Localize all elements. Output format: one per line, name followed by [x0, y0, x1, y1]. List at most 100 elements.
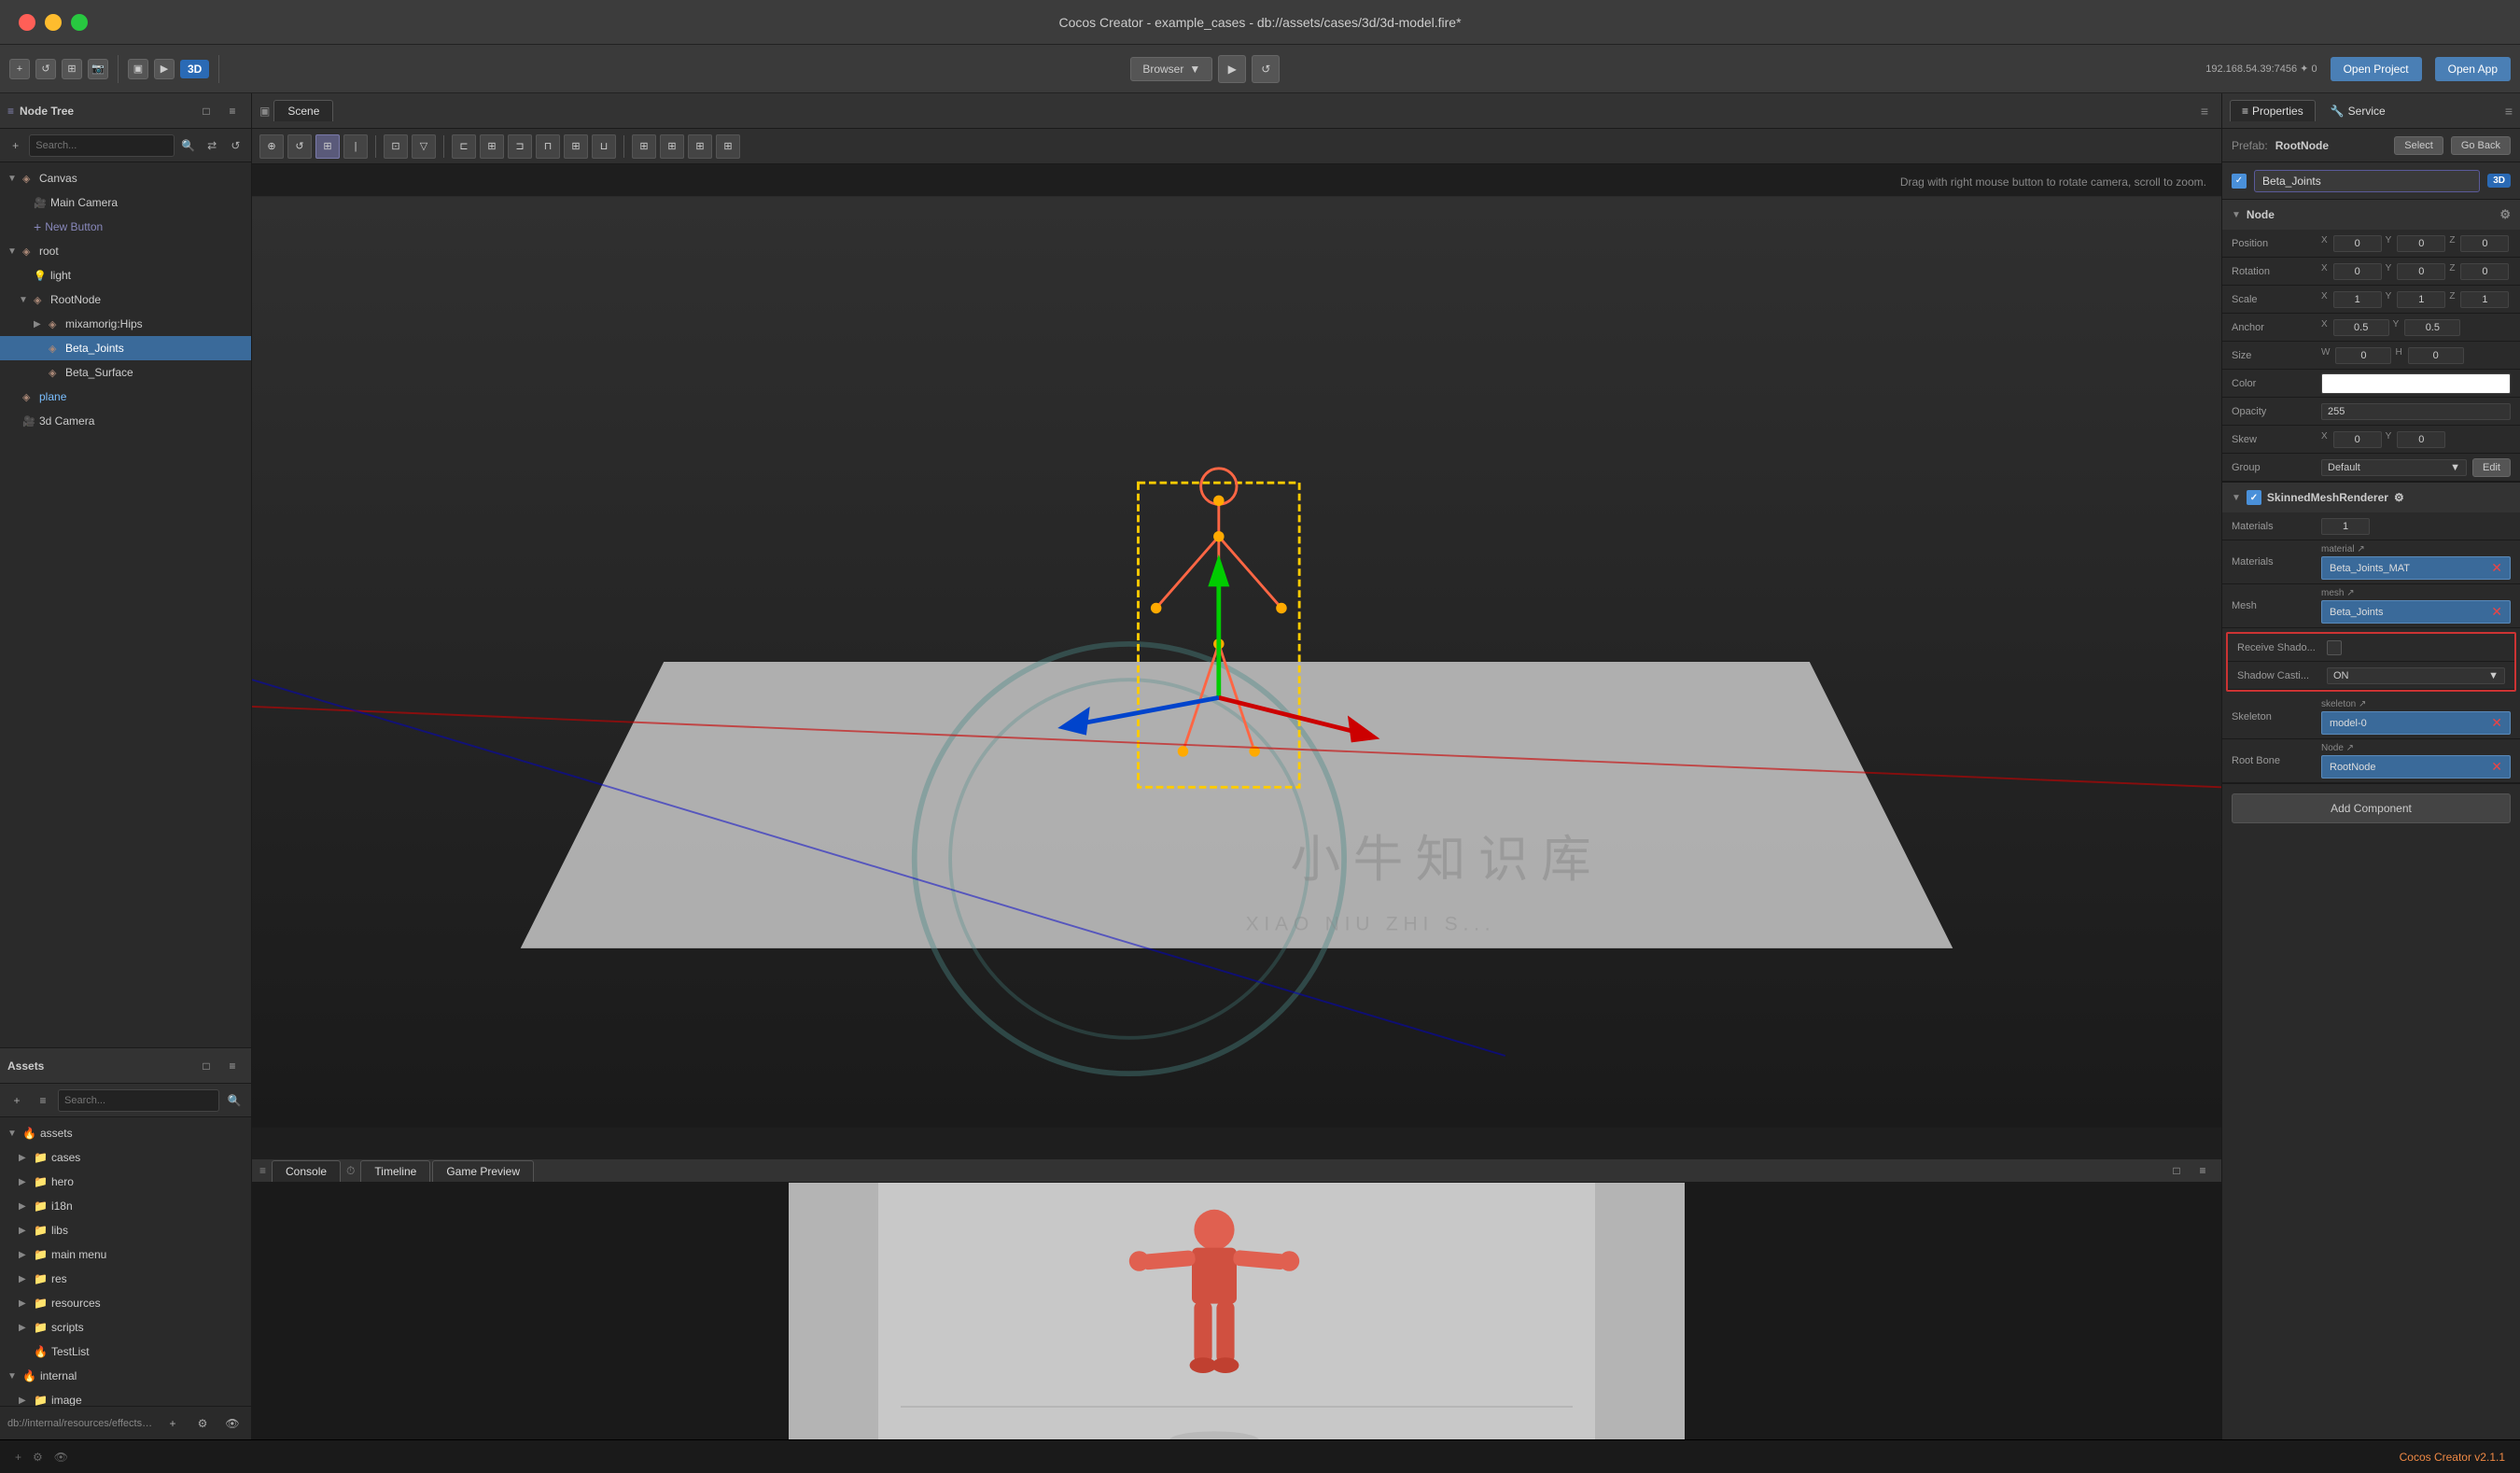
- transform-rotate[interactable]: ↺: [287, 134, 312, 159]
- asset-item-scripts[interactable]: ▶ 📁 scripts: [0, 1315, 251, 1340]
- materials-ref-field[interactable]: Beta_Joints_MAT ✕: [2321, 556, 2511, 580]
- materials-count-input[interactable]: 1: [2321, 518, 2370, 535]
- node-tree-search[interactable]: [29, 134, 175, 157]
- assets-search-button[interactable]: 🔍: [223, 1089, 245, 1112]
- mesh-remove-button[interactable]: ✕: [2491, 604, 2502, 620]
- scene-icon[interactable]: ▣: [128, 59, 148, 79]
- position-x[interactable]: 0: [2333, 235, 2382, 252]
- transform-rect[interactable]: |: [343, 134, 368, 159]
- assets-menu[interactable]: ≡: [221, 1055, 244, 1077]
- mesh-ref-field[interactable]: Beta_Joints ✕: [2321, 600, 2511, 624]
- align-right[interactable]: ⊐: [508, 134, 532, 159]
- position-y[interactable]: 0: [2397, 235, 2445, 252]
- align-top[interactable]: ⊓: [536, 134, 560, 159]
- status-icon-2[interactable]: ⚙: [33, 1451, 43, 1464]
- scene-tab[interactable]: Scene: [273, 100, 333, 121]
- scale-x[interactable]: 1: [2333, 291, 2382, 308]
- add-node-button[interactable]: +: [6, 134, 25, 157]
- add-icon[interactable]: +: [9, 59, 30, 79]
- minimize-button[interactable]: [45, 14, 62, 31]
- tree-item-light[interactable]: 💡 light: [0, 263, 251, 288]
- browser-dropdown[interactable]: Browser ▼: [1130, 57, 1212, 81]
- node-section-header[interactable]: ▼ Node ⚙: [2222, 200, 2520, 230]
- service-tab[interactable]: 🔧 Service: [2319, 101, 2397, 121]
- match-width[interactable]: ⊞: [688, 134, 712, 159]
- tree-item-beta-surface[interactable]: ◈ Beta_Surface: [0, 360, 251, 385]
- asset-item-libs[interactable]: ▶ 📁 libs: [0, 1218, 251, 1242]
- smr-checkbox[interactable]: ✓: [2247, 490, 2261, 505]
- scale-z[interactable]: 1: [2460, 291, 2509, 308]
- properties-menu-button[interactable]: ≡: [2505, 104, 2513, 119]
- scale-y[interactable]: 1: [2397, 291, 2445, 308]
- size-w[interactable]: 0: [2335, 347, 2391, 364]
- distribute-h[interactable]: ⊞: [632, 134, 656, 159]
- camera-icon[interactable]: 📷: [88, 59, 108, 79]
- asset-item-testlist[interactable]: 🔥 TestList: [0, 1340, 251, 1364]
- asset-item-res[interactable]: ▶ 📁 res: [0, 1267, 251, 1291]
- asset-item-hero[interactable]: ▶ 📁 hero: [0, 1170, 251, 1194]
- distribute-v[interactable]: ⊞: [660, 134, 684, 159]
- refresh-icon[interactable]: ↺: [35, 59, 56, 79]
- anchor-y[interactable]: 0.5: [2404, 319, 2460, 336]
- opacity-input[interactable]: [2321, 403, 2511, 420]
- tree-item-canvas[interactable]: ▼ ◈ Canvas: [0, 166, 251, 190]
- grid-icon[interactable]: ⊞: [62, 59, 82, 79]
- maximize-button[interactable]: [71, 14, 88, 31]
- scene-viewport[interactable]: Drag with right mouse button to rotate c…: [252, 164, 2221, 1159]
- assets-search[interactable]: [58, 1089, 219, 1112]
- link-button[interactable]: ⇄: [203, 134, 222, 157]
- play-icon[interactable]: ▶: [154, 59, 175, 79]
- open-app-button[interactable]: Open App: [2435, 57, 2511, 81]
- add-component-button[interactable]: Add Component: [2232, 793, 2511, 823]
- console-tab[interactable]: Console: [272, 1160, 341, 1182]
- align-left[interactable]: ⊏: [452, 134, 476, 159]
- open-project-button[interactable]: Open Project: [2331, 57, 2422, 81]
- asset-item-internal[interactable]: ▼ 🔥 internal: [0, 1364, 251, 1388]
- node-tree-expand[interactable]: □: [195, 100, 217, 122]
- assets-settings-status[interactable]: ⚙: [191, 1412, 214, 1435]
- materials-remove-button[interactable]: ✕: [2491, 560, 2502, 576]
- asset-item-cases[interactable]: ▶ 📁 cases: [0, 1145, 251, 1170]
- asset-item-resources[interactable]: ▶ 📁 resources: [0, 1291, 251, 1315]
- rotation-y[interactable]: 0: [2397, 263, 2445, 280]
- asset-item-main-menu[interactable]: ▶ 📁 main menu: [0, 1242, 251, 1267]
- group-dropdown[interactable]: Default ▼: [2321, 459, 2467, 476]
- tree-item-beta-joints[interactable]: ◈ Beta_Joints: [0, 336, 251, 360]
- scene-menu-button[interactable]: ≡: [2195, 102, 2214, 120]
- tree-item-new-button[interactable]: + New Button: [0, 215, 251, 239]
- smr-header[interactable]: ▼ ✓ SkinnedMeshRenderer ⚙: [2222, 483, 2520, 512]
- align-middle[interactable]: ⊞: [564, 134, 588, 159]
- close-button[interactable]: [19, 14, 35, 31]
- asset-item-image[interactable]: ▶ 📁 image: [0, 1388, 251, 1406]
- node-tree-menu[interactable]: ≡: [221, 100, 244, 122]
- assets-eye-status[interactable]: 👁: [221, 1412, 244, 1435]
- properties-tab[interactable]: ≡ Properties: [2230, 100, 2316, 121]
- status-icon-3[interactable]: 👁: [54, 1451, 68, 1464]
- group-edit-button[interactable]: Edit: [2472, 458, 2511, 477]
- root-bone-remove-button[interactable]: ✕: [2491, 759, 2502, 775]
- search-button[interactable]: 🔍: [178, 134, 198, 157]
- skeleton-ref-field[interactable]: model-0 ✕: [2321, 711, 2511, 735]
- receive-shadow-checkbox[interactable]: [2327, 640, 2342, 655]
- refresh-button[interactable]: ↺: [1252, 55, 1280, 83]
- node-checkbox[interactable]: ✓: [2232, 174, 2247, 189]
- status-icon-1[interactable]: +: [15, 1451, 21, 1464]
- skeleton-remove-button[interactable]: ✕: [2491, 715, 2502, 731]
- transform-scale[interactable]: ⊞: [315, 134, 340, 159]
- local-btn[interactable]: ▽: [412, 134, 436, 159]
- tree-item-root[interactable]: ▼ ◈ root: [0, 239, 251, 263]
- asset-item-i18n[interactable]: ▶ 📁 i18n: [0, 1194, 251, 1218]
- node-name-input[interactable]: [2254, 170, 2480, 192]
- refresh-nodes-button[interactable]: ↺: [226, 134, 245, 157]
- pivot-btn[interactable]: ⊡: [384, 134, 408, 159]
- transform-move[interactable]: ⊕: [259, 134, 284, 159]
- match-height[interactable]: ⊞: [716, 134, 740, 159]
- add-asset-button[interactable]: +: [6, 1089, 28, 1112]
- tree-item-main-camera[interactable]: 🎥 Main Camera: [0, 190, 251, 215]
- sort-button[interactable]: ≡: [32, 1089, 54, 1112]
- asset-item-assets[interactable]: ▼ 🔥 assets: [0, 1121, 251, 1145]
- tree-item-hips[interactable]: ▶ ◈ mixamorig:Hips: [0, 312, 251, 336]
- skew-y[interactable]: 0: [2397, 431, 2445, 448]
- game-preview-content[interactable]: [252, 1183, 2221, 1463]
- prefab-goback-button[interactable]: Go Back: [2451, 136, 2511, 155]
